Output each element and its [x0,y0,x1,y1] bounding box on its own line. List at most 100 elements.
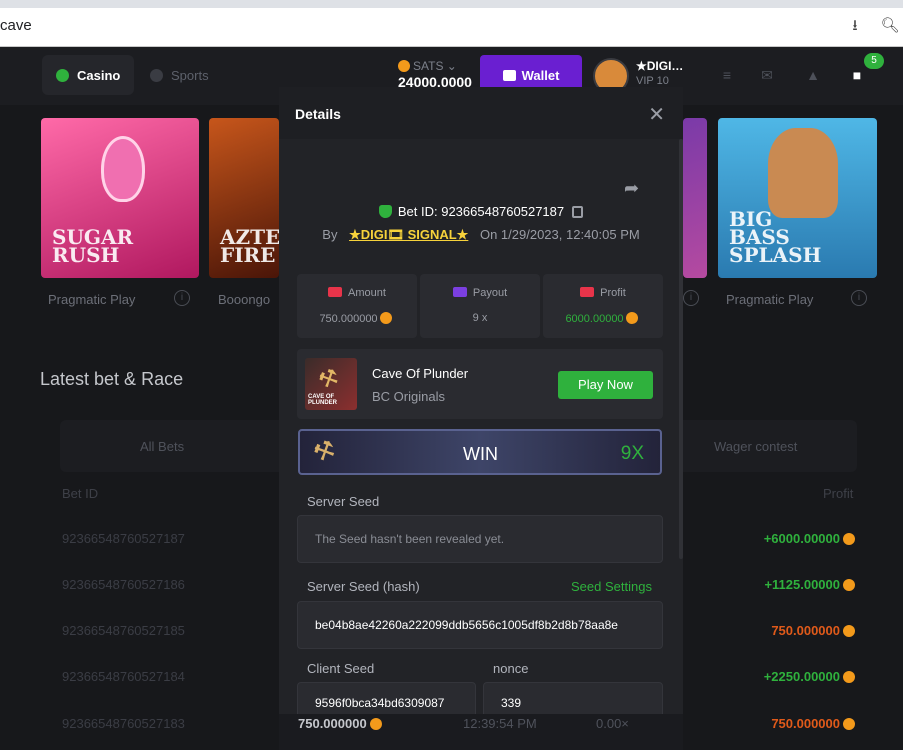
candy-egg-icon [101,136,145,202]
seed-settings-link[interactable]: Seed Settings [571,579,652,594]
bet-id[interactable]: 92366548760527187 [62,531,185,546]
profit-value: 750.000000 [771,623,840,638]
tab-sports-label: Sports [171,67,209,83]
payout-label: Payout [472,287,508,299]
bet-profit: +6000.00000 [764,531,855,546]
result-multiplier: 9X [620,443,644,464]
amount-value: 750.000000 [319,313,378,325]
bet-id[interactable]: 92366548760527186 [62,577,185,592]
tab-casino-label: Casino [77,67,121,83]
stat-amount-value: 750.000000 [297,312,417,325]
row-amount-value: 750.000000 [298,716,367,731]
wallet-label: Wallet [521,67,560,83]
game-tile-aztec-fire[interactable]: AZTEC FIRE [209,118,279,278]
coin-icon [369,718,382,730]
section-title: Latest bet & Race [40,369,184,389]
tab-sports[interactable]: Sports [136,55,223,95]
provider-label: Pragmatic Play [48,292,136,307]
game-tile-big-bass-splash[interactable]: BIG BASS SPLASH [718,118,877,278]
tab-all-bets[interactable]: All Bets [140,439,184,454]
profit-value: 750.000000 [771,716,840,731]
play-now-button[interactable]: Play Now [558,371,653,399]
user-name[interactable]: ★DIGI… [636,59,683,73]
chat-icon[interactable]: ■ [848,66,866,84]
bet-profit: +1125.00000 [764,577,855,592]
modal-header: Details ✕ [279,87,683,139]
profit-value: +2250.00000 [763,669,840,684]
client-seed-label: Client Seed [307,661,375,676]
game-title: BIG BASS SPLASH [729,207,822,267]
key-icon: ⚒ [314,363,343,395]
by-line: By ★DIGI🎞 SIGNAL★ On 1/29/2023, 12:40:05… [279,227,683,243]
bet-id[interactable]: 92366548760527183 [62,716,185,731]
bet-profit: 750.000000 [771,623,855,638]
provider-label: Booongo [218,292,271,307]
browser-address-bar[interactable]: cave ⭳ 🔍︎ [0,0,903,46]
profit-label: Profit [600,287,626,299]
game-tile-partial[interactable] [683,118,707,278]
modal-scrollbar[interactable] [679,139,683,559]
modal-title: Details [295,106,341,122]
stat-payout: Payout 9 x [420,274,540,338]
server-seed-field[interactable]: The Seed hasn't been revealed yet. [297,515,663,563]
info-icon[interactable]: i [683,290,699,306]
info-icon[interactable]: i [174,290,190,306]
share-icon[interactable]: ➦ [624,178,639,199]
bet-id[interactable]: 92366548760527185 [62,623,185,638]
result-text: WIN [463,444,498,464]
amount-icon [328,287,343,297]
coin-icon [379,312,392,324]
key-icon: ⚒ [309,434,341,469]
bell-icon[interactable]: ▲ [804,66,822,84]
bet-profit: +2250.00000 [764,669,855,684]
coin-icon [843,533,855,545]
balance-selector[interactable]: SATS ⌄ 24000.0000 [398,59,472,90]
download-icon[interactable]: ⭳ [845,16,865,36]
bet-date: On 1/29/2023, 12:40:05 PM [479,227,640,242]
profit-icon [580,287,595,297]
close-icon[interactable]: ✕ [648,102,665,127]
currency-label: SATS [413,59,444,73]
stat-payout-value: 9 x [472,312,488,324]
wallet-icon [502,69,516,81]
result-banner: ⚒ WIN 9X [298,429,662,475]
game-provider: BC Originals [372,389,445,404]
address-text[interactable]: cave [0,17,32,34]
client-seed-field[interactable]: 9596f0bca34bd6309087 [297,682,476,714]
info-icon[interactable]: i [851,290,867,306]
row-time: 12:39:54 PM [463,716,537,731]
tab-casino[interactable]: Casino [42,55,135,95]
stat-amount: Amount 750.000000 [297,274,417,338]
profit-value: 6000.00000 [565,313,624,325]
stat-profit: Profit 6000.00000 [543,274,663,338]
menu-icon[interactable]: ≡ [718,66,736,84]
game-thumbnail[interactable]: ⚒ CAVE OF PLUNDER [305,358,357,410]
nonce-label: nonce [493,661,529,676]
sports-icon [150,68,163,82]
bet-id[interactable]: 92366548760527184 [62,669,185,684]
coin-icon [843,579,855,591]
stat-profit-label: Profit [543,287,663,299]
stat-profit-value: 6000.00000 [543,312,663,325]
vip-level: VIP 10 [636,75,669,87]
tab-wager-contest[interactable]: Wager contest [714,439,797,454]
row-strip: 750.000000 12:39:54 PM 0.00× [279,714,683,750]
nonce-field[interactable]: 339 [483,682,663,714]
copy-icon[interactable] [572,206,584,218]
stat-payout-label: Payout [420,287,540,299]
row-payout: 0.00× [596,716,629,731]
bet-profit: 750.000000 [771,716,855,731]
game-title: AZTEC FIRE [220,225,279,267]
bettor-name[interactable]: ★DIGI🎞 SIGNAL★ [349,227,468,242]
bet-id-line: Bet ID: 92366548760527187 [279,204,683,219]
coin-icon [625,312,638,324]
server-hash-field[interactable]: be04b8ae42260a222099ddb5656c1005df8b2d8b… [297,601,663,649]
zoom-icon[interactable]: 🔍︎ [880,16,900,36]
row-amount: 750.000000 [298,716,385,731]
game-tile-sugar-rush[interactable]: SUGAR RUSH [41,118,199,278]
profit-value: +6000.00000 [763,531,840,546]
mail-icon[interactable]: ✉ [758,66,776,84]
shield-icon [378,205,392,218]
bet-id-text: Bet ID: 92366548760527187 [397,204,565,219]
provider-label: Pragmatic Play [726,292,814,307]
